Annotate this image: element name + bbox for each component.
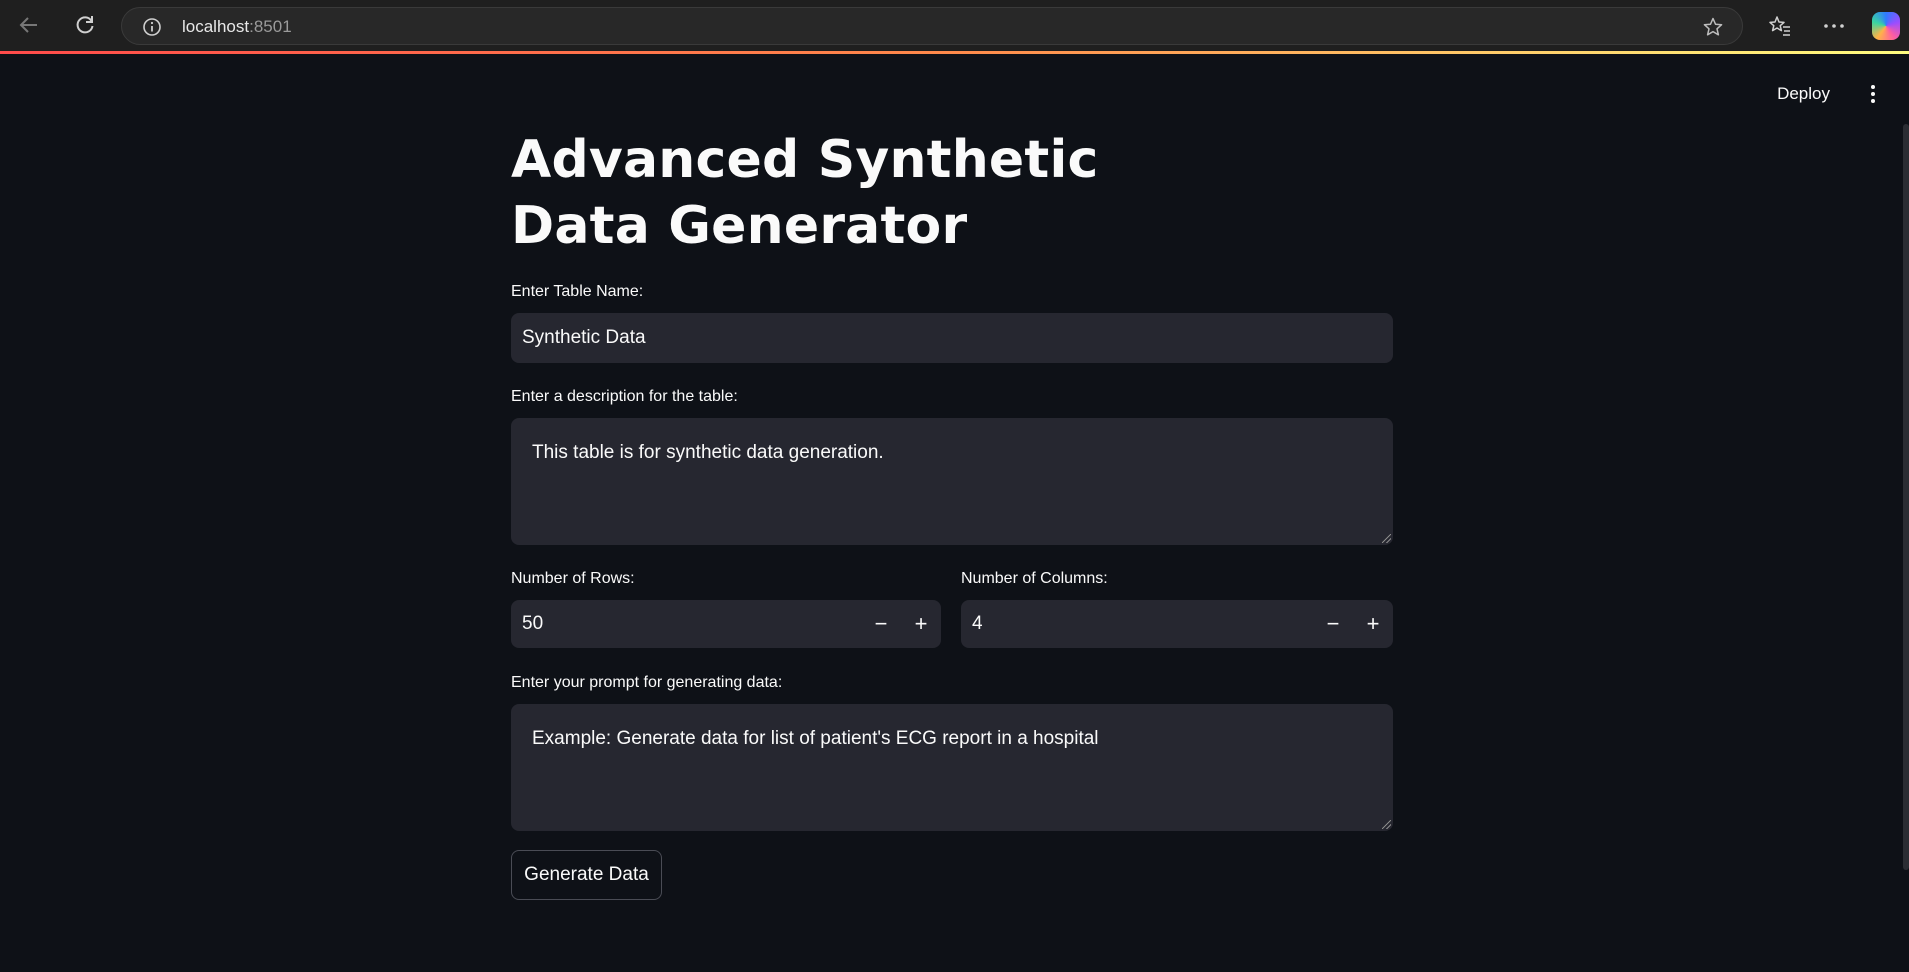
generate-data-button[interactable]: Generate Data [511,850,662,900]
url-port: :8501 [249,17,292,36]
rows-increment-button[interactable]: + [901,600,941,648]
favorites-button[interactable] [1764,10,1796,42]
page-title: Advanced Synthetic Data Generator [511,130,1099,256]
streamlit-app: Deploy Advanced Synthetic Data Generator… [0,54,1909,972]
columns-value: 4 [972,613,983,634]
columns-decrement-button[interactable]: − [1313,600,1353,648]
url-text: localhost:8501 [182,17,292,37]
favorite-star-icon[interactable] [1702,16,1724,38]
rows-decrement-button[interactable]: − [861,600,901,648]
prompt-value: Example: Generate data for list of patie… [532,728,1099,749]
browser-menu-button[interactable] [1818,10,1850,42]
table-name-input[interactable]: Synthetic Data [511,313,1393,363]
reload-icon [76,16,94,34]
columns-increment-button[interactable]: + [1353,600,1393,648]
kebab-dot [1871,85,1875,89]
description-textarea[interactable]: This table is for synthetic data generat… [511,418,1393,545]
prompt-label: Enter your prompt for generating data: [511,674,783,691]
browser-toolbar: localhost:8501 [0,0,1909,51]
deploy-button[interactable]: Deploy [1777,84,1830,104]
rows-value: 50 [522,613,544,634]
kebab-dot [1871,99,1875,103]
resize-handle-icon[interactable] [1382,534,1391,543]
copilot-icon[interactable] [1872,12,1900,40]
back-button[interactable] [12,8,46,42]
address-bar[interactable]: localhost:8501 [121,7,1743,45]
back-arrow-icon [19,17,37,33]
rows-number-input[interactable]: 50 − + [511,600,941,648]
description-label: Enter a description for the table: [511,388,738,405]
columns-label: Number of Columns: [961,570,1108,587]
resize-handle-icon[interactable] [1382,820,1391,829]
prompt-textarea[interactable]: Example: Generate data for list of patie… [511,704,1393,831]
scrollbar[interactable] [1903,124,1909,870]
columns-number-input[interactable]: 4 − + [961,600,1393,648]
table-name-label: Enter Table Name: [511,283,644,300]
rows-label: Number of Rows: [511,570,635,587]
url-host: localhost [182,17,250,36]
description-value: This table is for synthetic data generat… [532,442,884,463]
table-name-value: Synthetic Data [522,327,646,348]
kebab-dot [1871,92,1875,96]
main-menu-button[interactable] [1861,82,1885,106]
site-info-icon[interactable] [142,17,162,37]
favorites-list-icon [1769,16,1790,36]
reload-button[interactable] [68,8,102,42]
more-horizontal-icon [1824,24,1844,28]
